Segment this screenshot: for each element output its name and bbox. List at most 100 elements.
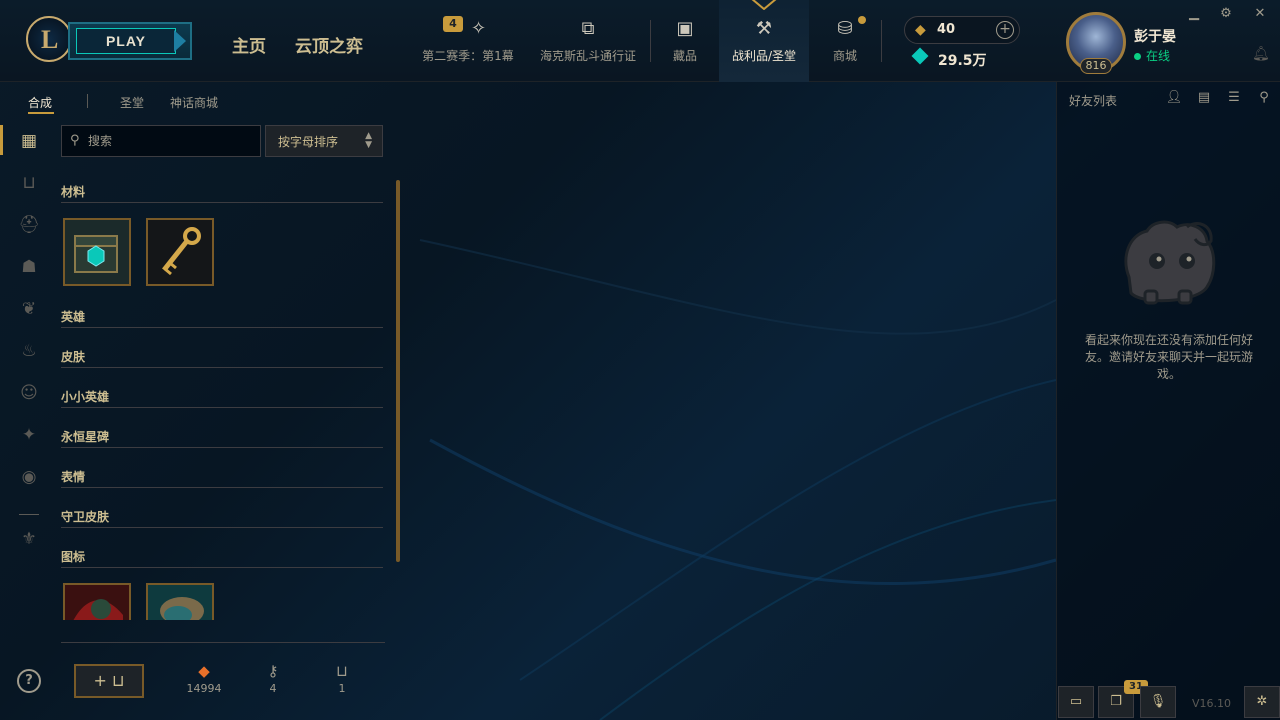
hextech-crafting-icon: ⚒ <box>755 18 773 39</box>
empty-friends-message: 看起来你现在还没有添加任何好友。邀请好友来聊天并一起玩游戏。 <box>1084 333 1253 381</box>
little-legend-icon[interactable]: ❦ <box>18 298 40 320</box>
nav-home[interactable]: 主页 <box>232 32 266 57</box>
section-skins: 皮肤 <box>61 340 383 368</box>
hextech-chest-tile[interactable] <box>63 218 131 286</box>
icon-tile[interactable] <box>63 583 131 620</box>
rp-value: 40 <box>937 22 956 37</box>
subtab-divider <box>87 94 88 108</box>
nav-loot[interactable]: ⚒ 战利品/圣堂 <box>719 0 809 82</box>
loot-scrollbar[interactable] <box>396 180 400 562</box>
orange-essence-value: 14994 <box>186 682 222 695</box>
search-icon: ⚲ <box>70 133 80 148</box>
close-icon[interactable]: ✕ <box>1252 6 1268 21</box>
blue-essence-icon <box>911 47 929 65</box>
store-label: 商城 <box>832 49 857 63</box>
store-notification-dot <box>858 16 866 24</box>
play-button[interactable]: PLAY <box>68 22 192 60</box>
key-counter: ⚷ 4 <box>248 660 298 695</box>
nav-divider <box>650 20 651 62</box>
chat-button[interactable]: ▭ <box>1058 686 1094 718</box>
hextech-chest-icon <box>65 220 129 284</box>
friends-panel: 好友列表 👤︎ ▤ ☰ ⚲ 看起来你现在还没有添加任何好友。邀请好友来聊天并一起… <box>1056 82 1280 720</box>
nav-event-pass[interactable]: ⧉ 海克斯乱斗通行证 <box>533 0 643 82</box>
nav-collection[interactable]: ▣ 藏品 <box>654 0 716 82</box>
list-view-icon[interactable]: ☰ <box>1225 90 1243 105</box>
tab-craft[interactable]: 合成 <box>28 94 52 111</box>
chest-icon[interactable]: ⊔ <box>18 172 40 194</box>
nav-store[interactable]: ⛁ 商城 <box>812 0 878 82</box>
loot-label: 战利品/圣堂 <box>731 49 797 63</box>
search-input[interactable] <box>88 131 254 151</box>
client-version: V16.10 <box>1192 697 1232 710</box>
tab-mythic-shop[interactable]: 神话商城 <box>170 94 218 111</box>
client-window: L PLAY 主页 云顶之弈 ✧ 第二赛季：第1幕 4 ⧉ 海克斯乱斗通行证 ▣… <box>0 0 1280 720</box>
riot-points-icon: ◆ <box>915 22 926 38</box>
voice-button[interactable]: 🎙︎ <box>1140 686 1176 718</box>
orange-essence-counter: ◆ 14994 <box>179 660 229 695</box>
add-folder-icon[interactable]: ▤ <box>1195 90 1213 105</box>
pass-icon: ⧉ <box>581 18 595 39</box>
play-arrow-icon <box>174 30 186 52</box>
bug-report-button[interactable]: ✲ <box>1244 686 1280 718</box>
poro-icon <box>1124 220 1216 305</box>
section-materials: 材料 <box>61 175 383 203</box>
online-status[interactable]: 在线 <box>1134 47 1170 64</box>
active-tab-chevron-icon <box>751 0 777 10</box>
nav-tft[interactable]: 云顶之弈 <box>295 32 363 57</box>
collection-icon: ▣ <box>676 18 694 39</box>
rp-balance: ◆ 40 + <box>904 16 1020 44</box>
tab-sanctum[interactable]: 圣堂 <box>120 94 144 111</box>
sort-dropdown[interactable]: 按字母排序 ▲ ▼ <box>265 125 383 157</box>
key-value: 4 <box>269 682 277 695</box>
category-rail: ▦ ⊔ ⛑ ☗ ❦ ♨ ☺ ✦ ◉ ⚜ <box>0 120 58 720</box>
nav-divider <box>881 20 882 62</box>
chest-counter: ⊔ 1 <box>317 660 367 695</box>
mythic-icon[interactable]: ⚜ <box>18 528 40 550</box>
nav-season[interactable]: ✧ 第二赛季：第1幕 <box>415 0 521 82</box>
section-little-legends: 小小英雄 <box>61 380 383 408</box>
sort-arrows-icon: ▲ ▼ <box>365 131 372 150</box>
hextech-key-tile[interactable] <box>146 218 214 286</box>
chest-icon: ⊔ <box>336 662 348 680</box>
bell-icon[interactable]: 🔔︎ <box>1252 46 1270 62</box>
chest-value: 1 <box>338 682 346 695</box>
buy-rp-button[interactable]: + <box>996 21 1014 39</box>
sort-label: 按字母排序 <box>278 135 339 149</box>
section-emotes: 表情 <box>61 460 383 488</box>
ward-icon[interactable]: ✦ <box>18 424 40 446</box>
pass-label: 海克斯乱斗通行证 <box>539 49 636 63</box>
tab-underline <box>28 112 54 114</box>
league-logo-icon[interactable]: L <box>26 16 72 62</box>
loot-list: 材料 英雄 皮肤 小小英雄 永恒星碑 表情 守卫皮肤 图标 <box>61 175 383 620</box>
summoner-icon-red-image <box>65 585 129 620</box>
add-chest-button[interactable]: + ⊔ <box>74 664 144 698</box>
skin-mask-icon[interactable]: ☗ <box>18 256 40 278</box>
section-icons: 图标 <box>61 540 383 568</box>
search-box[interactable]: ⚲ <box>61 125 261 157</box>
search-icon[interactable]: ⚲ <box>1255 90 1273 105</box>
top-navigation: L PLAY 主页 云顶之弈 ✧ 第二赛季：第1幕 4 ⧉ 海克斯乱斗通行证 ▣… <box>0 0 1280 82</box>
orange-essence-icon: ◆ <box>198 662 210 680</box>
username[interactable]: 彭于晏 <box>1134 26 1176 46</box>
add-friend-icon[interactable]: 👤︎ <box>1165 90 1183 105</box>
bottom-divider <box>61 642 385 643</box>
icon-tile[interactable] <box>146 583 214 620</box>
eternals-flame-icon[interactable]: ♨ <box>18 340 40 362</box>
minimize-icon[interactable]: ▁ <box>1186 6 1202 21</box>
store-coins-icon: ⛁ <box>837 18 853 39</box>
profile-icon-icon[interactable]: ◉ <box>18 466 40 488</box>
active-category-indicator <box>0 125 3 155</box>
help-button[interactable]: ? <box>17 669 41 693</box>
season-level-badge: 4 <box>443 16 463 32</box>
status-label: 在线 <box>1146 49 1171 63</box>
friends-title: 好友列表 <box>1069 94 1118 108</box>
section-eternals: 永恒星碑 <box>61 420 383 448</box>
season-label: 第二赛季：第1幕 <box>422 49 514 63</box>
status-dot-icon <box>1134 53 1141 60</box>
gear-icon[interactable]: ⚙ <box>1218 6 1234 21</box>
all-items-grid-icon[interactable]: ▦ <box>18 130 40 152</box>
emote-icon[interactable]: ☺ <box>18 382 40 404</box>
section-champions: 英雄 <box>61 300 383 328</box>
hextech-key-icon <box>148 220 212 284</box>
champion-helmet-icon[interactable]: ⛑ <box>18 214 40 236</box>
